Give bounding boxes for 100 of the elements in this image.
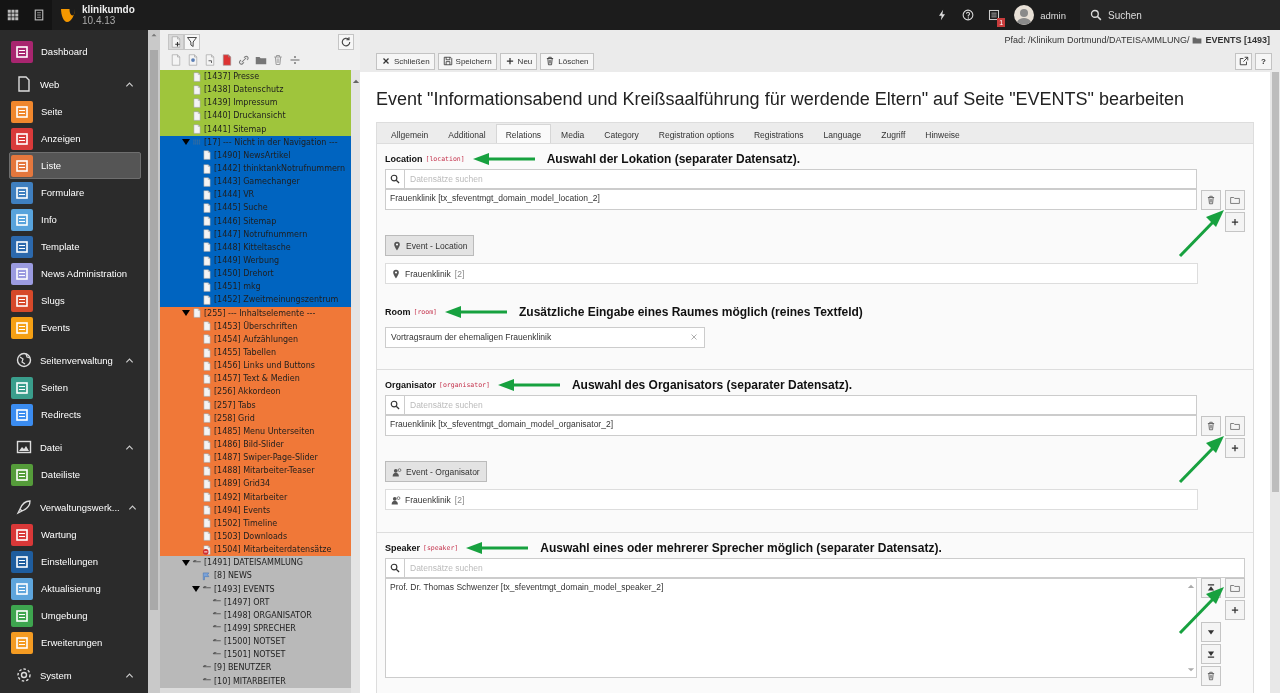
tree-item[interactable]: [1500] NOTSET bbox=[160, 635, 351, 649]
module-item[interactable]: Liste bbox=[9, 152, 141, 179]
list-option[interactable]: Prof. Dr. Thomas Schwenzer [tx_sfeventmgt_domain_model_speaker_2] bbox=[390, 582, 1182, 592]
tree-item[interactable]: [1457] Text & Medien bbox=[160, 372, 351, 386]
module-item[interactable]: Slugs bbox=[9, 287, 141, 314]
page-icon[interactable] bbox=[187, 54, 199, 66]
toolbar-button[interactable]: Speichern bbox=[437, 52, 497, 70]
list-option[interactable]: Frauenklinik [tx_sfeventmgt_domain_model_location_2] bbox=[390, 193, 1192, 203]
page-icon[interactable] bbox=[221, 54, 233, 66]
record-title[interactable]: Frauenklinik bbox=[405, 268, 451, 279]
expand-triangle-icon[interactable] bbox=[192, 585, 200, 594]
search-field[interactable]: Datensätze suchen bbox=[405, 395, 1197, 415]
module-item[interactable]: Aktualisierung bbox=[9, 575, 141, 602]
browse-button[interactable] bbox=[1225, 578, 1245, 598]
tree-item[interactable]: [1489] Grid34 bbox=[160, 477, 351, 491]
tab[interactable]: Registration options bbox=[648, 124, 744, 143]
selected-items-list[interactable]: Frauenklinik [tx_sfeventmgt_domain_model_location_2] bbox=[385, 189, 1197, 210]
task-list-icon[interactable] bbox=[988, 9, 1001, 21]
tree-item[interactable]: [1501] NOTSET bbox=[160, 648, 351, 662]
toolbar-button[interactable]: Schließen bbox=[376, 52, 435, 70]
tree-item[interactable]: [1439] Impressum bbox=[160, 96, 351, 110]
module-item[interactable]: Seite bbox=[9, 98, 141, 125]
caret-icon[interactable] bbox=[125, 79, 134, 89]
expand-triangle-icon[interactable] bbox=[182, 309, 190, 318]
caret-icon[interactable] bbox=[127, 502, 137, 512]
caret-icon[interactable] bbox=[125, 355, 134, 365]
open-window-button[interactable] bbox=[1235, 52, 1252, 70]
tree-item[interactable]: [8] NEWS bbox=[160, 569, 351, 583]
module-item[interactable]: Dashboard bbox=[9, 38, 141, 65]
module-group-header[interactable]: Verwaltungswerk... bbox=[0, 493, 148, 521]
delete-button[interactable] bbox=[1201, 666, 1221, 686]
module-item[interactable]: Events bbox=[9, 314, 141, 341]
tab[interactable]: Relations bbox=[495, 124, 552, 143]
module-group-header[interactable]: System bbox=[0, 661, 148, 689]
add-button[interactable] bbox=[1225, 438, 1245, 458]
search-button[interactable]: Suchen bbox=[1080, 0, 1280, 30]
tree-item[interactable]: [1438] Datenschutz bbox=[160, 83, 351, 97]
search-field[interactable]: Datensätze suchen bbox=[405, 169, 1197, 189]
browse-button[interactable] bbox=[1225, 190, 1245, 210]
tree-item[interactable]: [1504] Mitarbeiterdatensätze bbox=[160, 543, 351, 557]
module-group-header[interactable]: Datei bbox=[0, 433, 148, 461]
module-item[interactable]: Wartung bbox=[9, 521, 141, 548]
wizard-button[interactable]: Event - Location bbox=[385, 235, 475, 256]
tab[interactable]: Registrations bbox=[743, 124, 814, 143]
module-item[interactable]: Redirects bbox=[9, 401, 141, 428]
tab[interactable]: Zugriff bbox=[871, 124, 916, 143]
module-item[interactable]: Info bbox=[9, 206, 141, 233]
help-icon[interactable] bbox=[962, 9, 975, 21]
caret-icon[interactable] bbox=[125, 670, 134, 680]
folder-icon[interactable] bbox=[255, 54, 267, 66]
expand-triangle-icon[interactable] bbox=[182, 558, 190, 567]
module-item[interactable]: Erweiterungen bbox=[9, 629, 141, 656]
tree-item[interactable]: [9] BENUTZER bbox=[160, 661, 351, 675]
clear-icon[interactable] bbox=[689, 331, 699, 342]
help-button[interactable]: ? bbox=[1255, 52, 1272, 70]
module-group-header[interactable]: Seitenverwaltung bbox=[0, 346, 148, 374]
tab[interactable]: Category bbox=[594, 124, 649, 143]
tab[interactable]: Language bbox=[813, 124, 872, 143]
tree-item[interactable]: [1491] DATEISAMMLUNG bbox=[160, 556, 351, 570]
module-item[interactable]: Anzeigen bbox=[9, 125, 141, 152]
module-item[interactable]: Seiten bbox=[9, 374, 141, 401]
new-page-button[interactable] bbox=[168, 34, 184, 50]
list-option[interactable]: Frauenklinik [tx_sfeventmgt_domain_model_organisator_2] bbox=[390, 419, 1192, 429]
move-down-button[interactable] bbox=[1201, 622, 1221, 642]
divider-icon[interactable] bbox=[289, 54, 301, 66]
scrollbar-thumb[interactable] bbox=[150, 50, 158, 610]
tree-item[interactable]: [1487] Swiper-Page-Slider bbox=[160, 451, 351, 465]
module-item[interactable]: Einstellungen bbox=[9, 548, 141, 575]
module-group-header[interactable]: Web bbox=[0, 70, 148, 98]
avatar-icon[interactable] bbox=[1014, 5, 1035, 25]
search-field[interactable]: Datensätze suchen bbox=[405, 558, 1245, 578]
tree-item[interactable]: [10] MITARBEITER bbox=[160, 674, 351, 688]
module-item[interactable]: Dateiliste bbox=[9, 461, 141, 488]
user-name[interactable]: admin bbox=[1040, 9, 1066, 21]
toolbar-button[interactable]: Neu bbox=[499, 52, 538, 70]
caret-icon[interactable] bbox=[125, 442, 134, 452]
tree-item[interactable]: [1440] Druckansicht bbox=[160, 109, 351, 123]
text-field[interactable]: Vortragsraum der ehemaligen Frauenklinik bbox=[385, 326, 705, 348]
tab[interactable]: Additional bbox=[438, 124, 496, 143]
scrollbar[interactable] bbox=[351, 70, 360, 693]
record-title[interactable]: Frauenklinik bbox=[405, 494, 451, 505]
browse-button[interactable] bbox=[1225, 416, 1245, 436]
module-item[interactable]: Formulare bbox=[9, 179, 141, 206]
module-item[interactable]: Template bbox=[9, 233, 141, 260]
selected-items-list[interactable]: Prof. Dr. Thomas Schwenzer [tx_sfeventmgt_domain_model_speaker_2] bbox=[385, 578, 1197, 678]
tree-item[interactable]: [1493] EVENTS bbox=[160, 582, 351, 596]
tree-item[interactable]: [1488] Mitarbeiter-Teaser bbox=[160, 464, 351, 478]
refresh-button[interactable] bbox=[338, 34, 354, 50]
module-item[interactable]: Umgebung bbox=[9, 602, 141, 629]
wizard-button[interactable]: Event - Organisator bbox=[385, 461, 487, 482]
link-icon[interactable] bbox=[238, 54, 250, 66]
app-grid-icon[interactable] bbox=[7, 9, 19, 21]
selected-items-list[interactable]: Frauenklinik [tx_sfeventmgt_domain_model_organisator_2] bbox=[385, 415, 1197, 436]
trash-icon[interactable] bbox=[272, 54, 284, 66]
tree-item[interactable]: [1456] Links und Buttons bbox=[160, 359, 351, 373]
delete-button[interactable] bbox=[1201, 416, 1221, 436]
list-icon[interactable] bbox=[33, 9, 45, 21]
move-bottom-button[interactable] bbox=[1201, 644, 1221, 664]
tree-item[interactable]: [256] Akkordeon bbox=[160, 385, 351, 399]
module-item[interactable]: News Administration bbox=[9, 260, 141, 287]
